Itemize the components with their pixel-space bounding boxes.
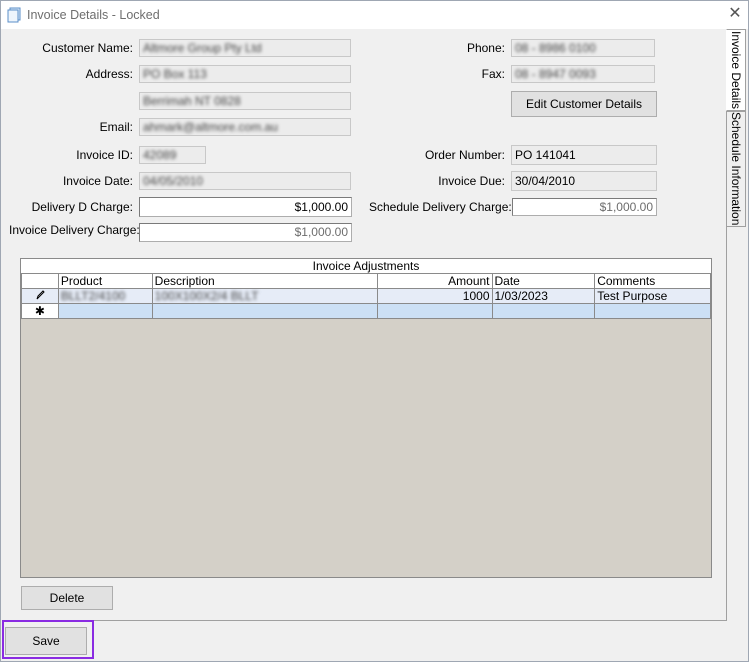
invoice-date-value: 04/05/2010	[143, 174, 204, 188]
cell-comments[interactable]: Test Purpose	[594, 288, 711, 304]
phone-value: 08 - 8986 0100	[515, 41, 596, 55]
title-bar: Invoice Details - Locked ✕	[1, 1, 748, 29]
asterisk-icon: ✱	[34, 304, 45, 318]
cell-date[interactable]: 1/03/2023	[491, 288, 596, 304]
phone-label: Phone:	[466, 41, 505, 55]
cell-product-value: BLLT2/4100	[60, 289, 126, 303]
address-line1-value: PO Box 113	[143, 67, 207, 81]
address-line2-value: Berrimah NT 0828	[143, 94, 241, 108]
row-selector[interactable]	[21, 288, 59, 304]
column-header-product[interactable]: Product	[57, 273, 153, 289]
schedule-delivery-charge-label: Schedule Delivery Charge:	[369, 200, 512, 214]
delivery-d-charge-field[interactable]: $1,000.00	[139, 197, 352, 217]
edit-customer-details-button[interactable]: Edit Customer Details	[511, 91, 657, 117]
cell-description[interactable]: 100X100X2/4 BLLT	[151, 288, 378, 304]
new-cell-description[interactable]	[151, 303, 378, 319]
save-button[interactable]: Save	[5, 627, 87, 655]
column-header-description[interactable]: Description	[151, 273, 378, 289]
email-label: Email:	[99, 120, 133, 134]
cell-description-value: 100X100X2/4 BLLT	[154, 289, 259, 303]
invoice-due-field[interactable]: 30/04/2010	[511, 171, 657, 191]
invoice-delivery-charge-label: Invoice Delivery Charge:	[9, 223, 140, 237]
phone-field[interactable]: 08 - 8986 0100	[511, 39, 655, 57]
tab-invoice-details-label: Invoice Details	[729, 30, 743, 110]
address-line1-field[interactable]: PO Box 113	[139, 65, 351, 83]
email-value: ahmark@altmore.com.au	[143, 120, 278, 134]
tab-schedule-information[interactable]: Schedule Information	[726, 111, 746, 227]
address-line2-field[interactable]: Berrimah NT 0828	[139, 92, 351, 110]
order-number-field[interactable]: PO 141041	[511, 145, 657, 165]
adjustments-table: Product Description Amount Date Comments…	[21, 273, 711, 319]
pencil-icon	[35, 290, 45, 303]
customer-name-value: Altmore Group Pty Ltd	[143, 41, 262, 55]
column-header-amount[interactable]: Amount	[376, 273, 493, 289]
fax-label: Fax:	[481, 67, 505, 81]
invoice-date-label: Invoice Date:	[62, 174, 133, 188]
invoice-id-value: 42089	[143, 148, 177, 162]
new-cell-product[interactable]	[57, 303, 153, 319]
close-icon[interactable]: ✕	[724, 3, 746, 25]
new-cell-comments[interactable]	[594, 303, 711, 319]
window-title: Invoice Details - Locked	[27, 8, 160, 22]
column-header-date[interactable]: Date	[491, 273, 596, 289]
delivery-d-charge-label: Delivery D Charge:	[31, 200, 133, 214]
column-header-comments[interactable]: Comments	[594, 273, 711, 289]
table-header-row: Product Description Amount Date Comments	[21, 273, 711, 289]
customer-name-field[interactable]: Altmore Group Pty Ltd	[139, 39, 351, 57]
email-field[interactable]: ahmark@altmore.com.au	[139, 118, 351, 136]
tab-invoice-details[interactable]: Invoice Details	[726, 29, 746, 111]
new-cell-date[interactable]	[491, 303, 596, 319]
address-label: Address:	[85, 67, 133, 81]
new-row-selector[interactable]: ✱	[21, 303, 59, 319]
invoice-adjustments-grid[interactable]: Invoice Adjustments Product Description …	[20, 258, 712, 578]
invoice-details-window: Invoice Details - Locked ✕ Customer Name…	[0, 0, 749, 662]
order-number-label: Order Number:	[424, 148, 505, 162]
schedule-delivery-charge-field[interactable]: $1,000.00	[512, 198, 657, 216]
cell-amount[interactable]: 1000	[376, 288, 493, 304]
table-row[interactable]: BLLT2/4100 100X100X2/4 BLLT 1000 1/03/20…	[21, 288, 711, 304]
new-cell-amount[interactable]	[376, 303, 493, 319]
app-icon	[7, 7, 21, 23]
invoice-due-label: Invoice Due:	[438, 174, 505, 188]
tab-schedule-information-label: Schedule Information	[729, 112, 743, 226]
fax-value: 08 - 8947 0093	[515, 67, 596, 81]
delete-button[interactable]: Delete	[21, 586, 113, 610]
invoice-delivery-charge-field[interactable]: $1,000.00	[139, 223, 352, 242]
row-selector-header	[21, 273, 59, 289]
fax-field[interactable]: 08 - 8947 0093	[511, 65, 655, 83]
customer-name-label: Customer Name:	[42, 41, 133, 55]
grid-caption: Invoice Adjustments	[21, 259, 711, 274]
invoice-date-field[interactable]: 04/05/2010	[139, 172, 351, 190]
cell-product[interactable]: BLLT2/4100	[57, 288, 153, 304]
invoice-id-field[interactable]: 42089	[139, 146, 206, 164]
new-row[interactable]: ✱	[21, 303, 711, 319]
invoice-id-label: Invoice ID:	[76, 148, 133, 162]
